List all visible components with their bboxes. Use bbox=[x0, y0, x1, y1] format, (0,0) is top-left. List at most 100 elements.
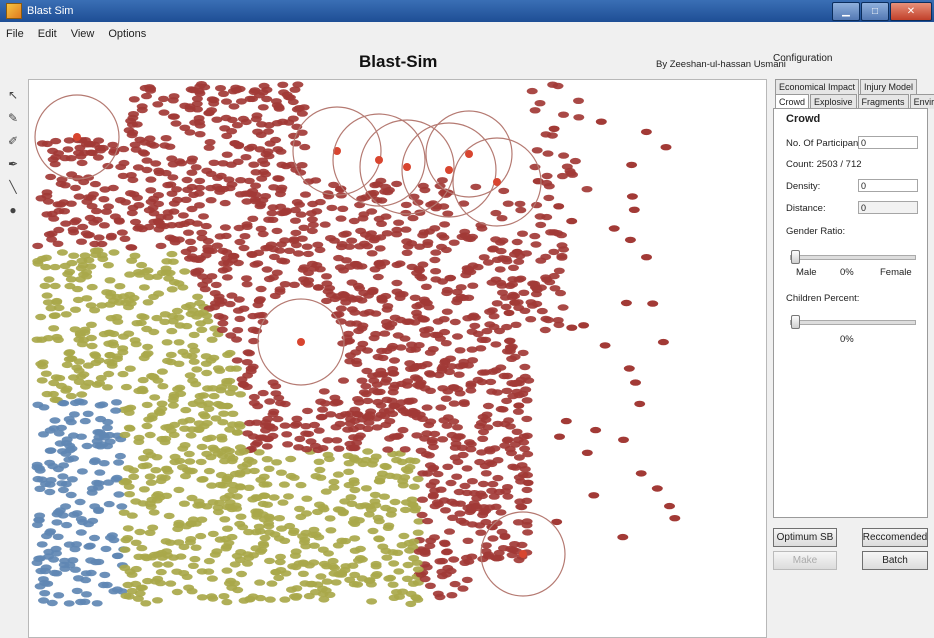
crowd-agent bbox=[75, 153, 87, 160]
crowd-agent bbox=[197, 273, 209, 280]
tab-environment[interactable]: Environment bbox=[909, 94, 934, 109]
crowd-agent bbox=[273, 103, 285, 111]
crowd-agent bbox=[65, 276, 77, 283]
crowd-agent bbox=[257, 389, 269, 397]
crowd-agent bbox=[48, 312, 60, 319]
crowd-agent bbox=[527, 280, 539, 287]
distance-input[interactable]: 0 bbox=[858, 201, 918, 214]
crowd-agent bbox=[259, 534, 271, 542]
pointer-icon[interactable]: ↖ bbox=[6, 88, 20, 102]
crowd-agent bbox=[535, 257, 547, 264]
maximize-icon[interactable]: □ bbox=[861, 2, 889, 21]
pencil-icon[interactable]: ✎ bbox=[6, 111, 20, 125]
brush-icon[interactable]: ✐ bbox=[6, 134, 20, 148]
crowd-agent bbox=[401, 249, 413, 256]
make-button[interactable]: Make bbox=[773, 551, 837, 570]
crowd-agent bbox=[651, 485, 663, 492]
density-input[interactable]: 0 bbox=[858, 179, 918, 192]
crowd-agent bbox=[97, 255, 109, 263]
crowd-agent bbox=[171, 568, 183, 575]
crowd-agent bbox=[208, 159, 220, 166]
crowd-agent bbox=[458, 399, 470, 406]
crowd-agent bbox=[521, 397, 533, 404]
crowd-agent bbox=[511, 428, 523, 435]
crowd-agent bbox=[132, 595, 144, 602]
crowd-agent bbox=[360, 383, 372, 390]
close-icon[interactable]: ✕ bbox=[890, 2, 932, 21]
crowd-agent bbox=[206, 96, 218, 103]
crowd-agent bbox=[363, 419, 375, 426]
tab-fragments[interactable]: Fragments bbox=[857, 94, 909, 109]
crowd-agent bbox=[257, 434, 269, 441]
line-icon[interactable]: ╲ bbox=[6, 180, 20, 194]
crowd-agent bbox=[164, 269, 176, 277]
crowd-agent bbox=[340, 299, 352, 306]
crowd-agent bbox=[115, 163, 127, 171]
crowd-agent bbox=[376, 296, 388, 303]
crowd-agent bbox=[486, 307, 498, 314]
crowd-agent bbox=[51, 550, 62, 557]
children-slider-thumb[interactable] bbox=[791, 315, 800, 329]
crowd-agent bbox=[372, 273, 384, 281]
crowd-agent bbox=[49, 282, 61, 290]
tab-injury-model[interactable]: Injury Model bbox=[860, 79, 918, 94]
crowd-agent bbox=[417, 261, 429, 268]
crowd-agent bbox=[294, 505, 305, 513]
crowd-agent bbox=[166, 190, 178, 197]
crowd-agent bbox=[306, 210, 317, 217]
pen-icon[interactable]: ✒ bbox=[6, 157, 20, 171]
crowd-agent bbox=[318, 388, 330, 395]
recommended-button[interactable]: Reccomended bbox=[862, 528, 928, 547]
menu-view[interactable]: View bbox=[71, 28, 95, 40]
crowd-agent bbox=[281, 431, 293, 438]
crowd-agent bbox=[628, 206, 640, 213]
crowd-agent bbox=[367, 372, 379, 379]
children-value: 0% bbox=[840, 334, 854, 345]
crowd-agent bbox=[119, 546, 131, 553]
crowd-agent bbox=[81, 591, 92, 598]
crowd-agent bbox=[89, 307, 101, 314]
menu-edit[interactable]: Edit bbox=[38, 28, 57, 40]
crowd-agent bbox=[153, 226, 165, 233]
crowd-agent bbox=[349, 444, 361, 452]
gender-slider-thumb[interactable] bbox=[791, 250, 800, 264]
tab-crowd[interactable]: Crowd bbox=[775, 94, 810, 109]
optimum-sb-button[interactable]: Optimum SB bbox=[773, 528, 837, 547]
crowd-agent bbox=[58, 400, 70, 407]
children-percent-slider[interactable] bbox=[790, 315, 916, 329]
crowd-agent bbox=[162, 561, 174, 568]
crowd-agent bbox=[480, 470, 492, 477]
crowd-agent bbox=[531, 300, 543, 308]
crowd-agent bbox=[303, 269, 314, 276]
crowd-agent bbox=[377, 543, 389, 550]
tab-economical-impact[interactable]: Economical Impact bbox=[775, 79, 860, 94]
menu-options[interactable]: Options bbox=[108, 28, 146, 40]
crowd-agent bbox=[558, 152, 570, 159]
crowd-agent bbox=[227, 410, 239, 417]
crowd-agent bbox=[495, 509, 507, 516]
crowd-agent bbox=[406, 397, 418, 404]
crowd-agent bbox=[412, 566, 424, 573]
crowd-agent bbox=[518, 289, 530, 296]
crowd-agent bbox=[238, 448, 250, 455]
crowd-agent bbox=[434, 593, 446, 601]
crowd-agent bbox=[40, 254, 52, 261]
menu-file[interactable]: File bbox=[6, 28, 24, 40]
crowd-agent bbox=[234, 469, 246, 476]
crowd-agent bbox=[137, 387, 149, 395]
gender-ratio-slider[interactable] bbox=[790, 250, 916, 264]
crowd-agent bbox=[161, 465, 172, 472]
participants-input[interactable]: 0 bbox=[858, 136, 918, 149]
batch-button[interactable]: Batch bbox=[862, 551, 928, 570]
crowd-agent bbox=[204, 139, 216, 146]
simulation-canvas[interactable] bbox=[28, 79, 767, 638]
tab-explosive[interactable]: Explosive bbox=[810, 94, 857, 109]
crowd-agent bbox=[335, 305, 347, 312]
crowd-agent bbox=[295, 481, 307, 489]
minimize-icon[interactable]: ▁ bbox=[832, 2, 860, 21]
crowd-agent bbox=[448, 556, 460, 563]
crowd-agent bbox=[117, 370, 129, 378]
crowd-agent bbox=[275, 203, 287, 210]
crowd-agent bbox=[441, 286, 453, 294]
eraser-icon[interactable]: ● bbox=[6, 203, 20, 217]
